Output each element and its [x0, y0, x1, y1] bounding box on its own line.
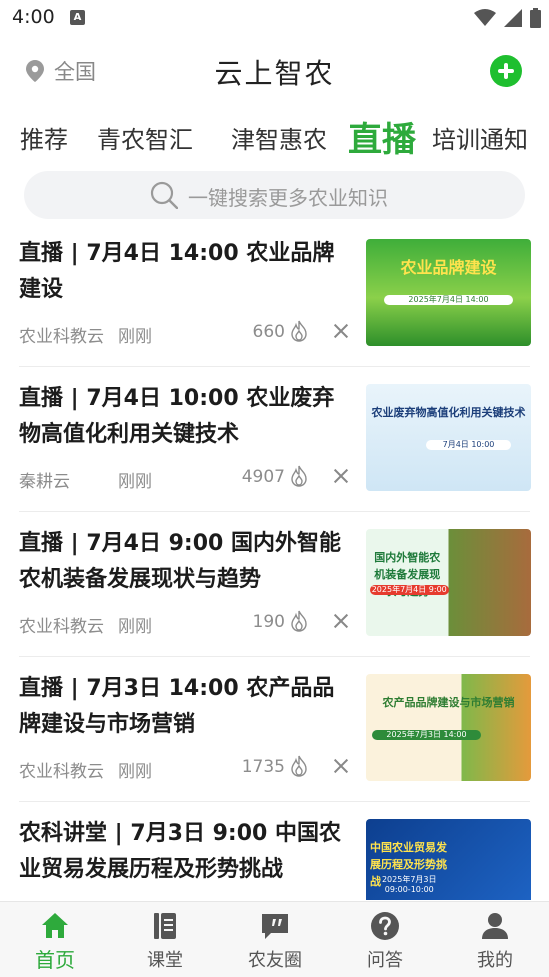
thumb-date: 2025年7月3日 09:00-10:00: [381, 875, 437, 894]
list-item[interactable]: 直播 | 7月4日 9:00 国内外智能农机装备发展现状与趋势 农业科教云 刚刚…: [0, 512, 549, 657]
list-item[interactable]: 直播 | 7月4日 14:00 农业品牌建设 农业科教云 刚刚 660 农业品牌…: [0, 222, 549, 367]
nav-profile[interactable]: 我的: [440, 902, 549, 977]
thumb-caption: 农产品品牌建设与市场营销: [382, 696, 515, 709]
item-views: 1735: [241, 757, 285, 777]
list-item[interactable]: 农科讲堂 | 7月3日 9:00 中国农业贸易发展历程及形势挑战 中国农业贸易发…: [0, 802, 549, 900]
nav-label: 首页: [35, 948, 75, 972]
thumb-date: 7月4日 10:00: [426, 440, 511, 450]
tab-recommend[interactable]: 推荐: [20, 120, 68, 155]
item-title: 直播 | 7月4日 10:00 农业废弃物高值化利用关键技术: [19, 386, 335, 447]
tab-jinzhi[interactable]: 津智惠农: [231, 120, 327, 155]
item-source: 农业科教云: [19, 762, 104, 782]
nav-home[interactable]: 首页: [0, 902, 110, 977]
bottom-navigation: 首页 课堂 农友圈 问答 我的: [0, 901, 549, 977]
dismiss-icon[interactable]: [333, 323, 349, 339]
item-source: 农业科教云: [19, 617, 104, 637]
item-title: 直播 | 7月3日 14:00 农产品品牌建设与市场营销: [19, 676, 335, 737]
item-thumbnail: 农业废弃物高值化利用关键技术 7月4日 10:00: [366, 384, 531, 491]
question-icon: [371, 912, 399, 940]
dismiss-icon[interactable]: [333, 468, 349, 484]
flame-icon: [291, 320, 307, 342]
item-time: 刚刚: [118, 762, 152, 782]
status-time: 4:00: [12, 6, 55, 28]
flame-icon: [291, 755, 307, 777]
item-thumbnail: 国内外智能农机装备发展现状与趋势 2025年7月4日 9:00: [366, 529, 531, 636]
chat-quote-icon: [262, 914, 288, 939]
thumb-caption: 农业废弃物高值化利用关键技术: [371, 406, 526, 419]
thumb-caption: 农业品牌建设: [400, 258, 497, 277]
category-tabs: 推荐 青农智汇 津智惠农 直播 培训通知: [0, 112, 549, 162]
list-item[interactable]: 直播 | 7月3日 14:00 农产品品牌建设与市场营销 农业科教云 刚刚 17…: [0, 657, 549, 802]
article-feed: 直播 | 7月4日 14:00 农业品牌建设 农业科教云 刚刚 660 农业品牌…: [0, 222, 549, 900]
app-title: 云上智农: [214, 57, 335, 90]
thumb-date: 2025年7月4日 14:00: [384, 295, 513, 305]
item-title: 直播 | 7月4日 14:00 农业品牌建设: [19, 241, 335, 302]
flame-icon: [291, 610, 307, 632]
signal-icon: [504, 9, 522, 27]
nav-classroom[interactable]: 课堂: [110, 902, 220, 977]
item-thumbnail: 中国农业贸易发展历程及形势挑战 2025年7月3日 09:00-10:00: [366, 819, 531, 900]
status-bar: 4:00 A: [0, 0, 549, 38]
item-title: 农科讲堂 | 7月3日 9:00 中国农业贸易发展历程及形势挑战: [19, 821, 342, 882]
add-button[interactable]: [490, 55, 522, 87]
item-time: 刚刚: [118, 327, 152, 347]
item-source: 秦耕云: [19, 472, 70, 492]
item-time: 刚刚: [118, 472, 152, 492]
app-header: 全国 云上智农: [0, 44, 549, 100]
thumb-date: 2025年7月4日 9:00: [370, 585, 449, 595]
nav-label: 问答: [367, 950, 403, 971]
flame-icon: [291, 465, 307, 487]
item-thumbnail: 农业品牌建设 2025年7月4日 14:00: [366, 239, 531, 346]
nav-qa[interactable]: 问答: [330, 902, 440, 977]
book-icon: [154, 913, 176, 939]
status-icons: [474, 8, 541, 28]
list-item[interactable]: 直播 | 7月4日 10:00 农业废弃物高值化利用关键技术 秦耕云 刚刚 49…: [0, 367, 549, 512]
item-title: 直播 | 7月4日 9:00 国内外智能农机装备发展现状与趋势: [19, 531, 342, 592]
item-views: 190: [252, 612, 285, 632]
notification-icon: A: [70, 10, 85, 25]
home-icon: [42, 913, 68, 938]
search-bar[interactable]: 一键搜索更多农业知识: [24, 171, 525, 219]
nav-label: 我的: [477, 950, 513, 971]
nav-label: 农友圈: [248, 950, 302, 971]
item-source: 农业科教云: [19, 327, 104, 347]
search-placeholder: 一键搜索更多农业知识: [188, 186, 388, 210]
search-icon: [150, 181, 178, 209]
tab-live[interactable]: 直播: [348, 112, 416, 161]
dismiss-icon[interactable]: [333, 613, 349, 629]
nav-label: 课堂: [147, 950, 183, 971]
item-time: 刚刚: [118, 617, 152, 637]
dismiss-icon[interactable]: [333, 758, 349, 774]
user-icon: [482, 913, 508, 939]
nav-community[interactable]: 农友圈: [220, 902, 330, 977]
battery-icon: [530, 8, 541, 28]
item-thumbnail: 农产品品牌建设与市场营销 2025年7月3日 14:00: [366, 674, 531, 781]
tab-training[interactable]: 培训通知: [432, 120, 528, 155]
tab-qingnong[interactable]: 青农智汇: [97, 120, 193, 155]
item-views: 660: [252, 322, 285, 342]
wifi-icon: [474, 9, 496, 26]
item-views: 4907: [241, 467, 285, 487]
thumb-date: 2025年7月3日 14:00: [372, 730, 481, 740]
